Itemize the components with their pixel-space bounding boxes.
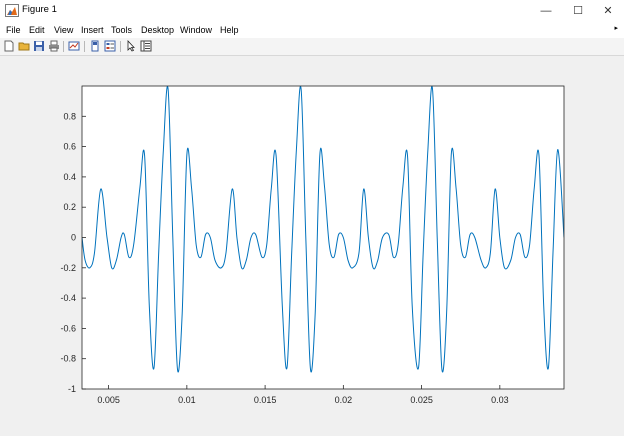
close-button[interactable]: ✕: [592, 0, 624, 21]
legend-icon[interactable]: [104, 40, 116, 52]
figure-toolbar: [0, 38, 624, 56]
y-tick-label: 0.6: [63, 142, 76, 152]
window-title: Figure 1: [22, 4, 57, 15]
matlab-figure-icon: [5, 4, 19, 17]
toolbar-separator: [84, 41, 85, 52]
x-tick-label: 0.005: [97, 395, 120, 405]
menu-edit[interactable]: Edit: [29, 25, 45, 35]
y-tick-label: -1: [68, 384, 76, 394]
new-figure-icon[interactable]: [3, 40, 15, 52]
x-tick-label: 0.015: [254, 395, 277, 405]
y-tick-label: -0.4: [60, 293, 76, 303]
open-file-icon[interactable]: [18, 40, 30, 52]
y-tick-label: -0.6: [60, 323, 76, 333]
maximize-icon: ☐: [573, 5, 583, 17]
menu-help[interactable]: Help: [220, 25, 239, 35]
minimize-icon: —: [540, 4, 552, 17]
menubar: File Edit View Insert Tools Desktop Wind…: [0, 21, 624, 38]
menu-view[interactable]: View: [54, 25, 73, 35]
toolbar-separator: [63, 41, 64, 52]
menu-window[interactable]: Window: [180, 25, 212, 35]
y-tick-label: 0.2: [63, 202, 76, 212]
maximize-button[interactable]: ☐: [562, 0, 594, 21]
x-tick-label: 0.01: [178, 395, 196, 405]
y-tick-label: -0.2: [60, 263, 76, 273]
y-tick-label: -0.8: [60, 354, 76, 364]
menu-overflow-icon[interactable]: ▸: [614, 24, 618, 32]
y-tick-label: 0.8: [63, 111, 76, 121]
figure-canvas: 0.005 0.01 0.015 0.02 0.025 0.03 -1 -0.8 -0.6 -0.…: [0, 56, 624, 431]
x-tick-label: 0.03: [491, 395, 509, 405]
x-tick-label: 0.025: [410, 395, 433, 405]
close-icon: ✕: [603, 5, 613, 17]
menu-desktop[interactable]: Desktop: [141, 25, 174, 35]
link-plot-icon[interactable]: [68, 40, 80, 52]
menu-tools[interactable]: Tools: [111, 25, 132, 35]
minimize-button[interactable]: —: [530, 0, 562, 21]
plot-svg[interactable]: 0.005 0.01 0.015 0.02 0.025 0.03 -1 -0.8 -0.6 -0.…: [0, 56, 624, 431]
y-tick-label: 0.4: [63, 172, 76, 182]
toolbar-separator: [120, 41, 121, 52]
pointer-icon[interactable]: [125, 40, 137, 52]
menu-file[interactable]: File: [6, 25, 21, 35]
x-tick-label: 0.02: [335, 395, 353, 405]
menu-insert[interactable]: Insert: [81, 25, 104, 35]
window-titlebar: Figure 1 — ☐ ✕: [0, 0, 624, 21]
save-icon[interactable]: [33, 40, 45, 52]
colorbar-icon[interactable]: [89, 40, 101, 52]
print-icon[interactable]: [48, 40, 60, 52]
y-tick-label: 0: [71, 233, 76, 243]
property-inspector-icon[interactable]: [140, 40, 152, 52]
